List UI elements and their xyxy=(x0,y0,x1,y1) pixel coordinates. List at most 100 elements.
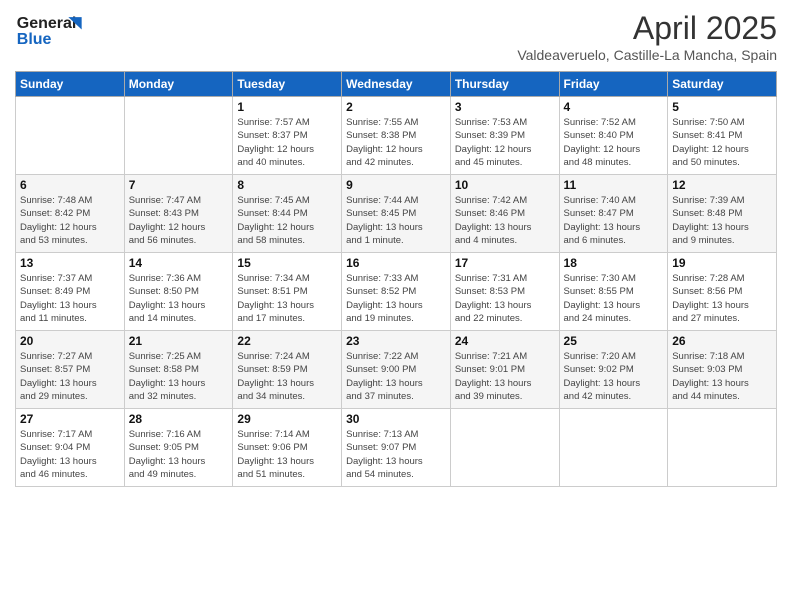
day-info: Sunrise: 7:48 AM Sunset: 8:42 PM Dayligh… xyxy=(20,194,120,247)
day-number: 18 xyxy=(564,256,664,270)
calendar-cell: 18 Sunrise: 7:30 AM Sunset: 8:55 PM Dayli… xyxy=(559,253,668,331)
calendar-cell: 22Sunrise: 7:24 AM Sunset: 8:59 PM Dayli… xyxy=(233,331,342,409)
day-number: 15 xyxy=(237,256,337,270)
day-number: 11 xyxy=(564,178,664,192)
day-info: Sunrise: 7:22 AM Sunset: 9:00 PM Dayligh… xyxy=(346,350,446,403)
day-number: 25 xyxy=(564,334,664,348)
col-sunday: Sunday xyxy=(16,72,125,97)
svg-text:General: General xyxy=(17,15,77,32)
col-wednesday: Wednesday xyxy=(342,72,451,97)
calendar-cell: 8 Sunrise: 7:45 AM Sunset: 8:44 PM Daylig… xyxy=(233,175,342,253)
calendar-cell: 26 Sunrise: 7:18 AM Sunset: 9:03 PM Dayli… xyxy=(668,331,777,409)
day-number: 3 xyxy=(455,100,555,114)
calendar-cell: 4 Sunrise: 7:52 AM Sunset: 8:40 PM Daylig… xyxy=(559,97,668,175)
page: General Blue April 2025 Valdeaveruelo, C… xyxy=(0,0,792,612)
calendar-cell: 11 Sunrise: 7:40 AM Sunset: 8:47 PM Dayli… xyxy=(559,175,668,253)
day-info: Sunrise: 7:21 AM Sunset: 9:01 PM Dayligh… xyxy=(455,350,555,403)
day-number: 2 xyxy=(346,100,446,114)
day-number: 6 xyxy=(20,178,120,192)
subtitle: Valdeaveruelo, Castille-La Mancha, Spain xyxy=(517,47,777,63)
day-number: 5 xyxy=(672,100,772,114)
day-number: 14 xyxy=(129,256,229,270)
day-info: Sunrise: 7:25 AM Sunset: 8:58 PM Dayligh… xyxy=(129,350,229,403)
calendar-cell: 12 Sunrise: 7:39 AM Sunset: 8:48 PM Dayli… xyxy=(668,175,777,253)
col-saturday: Saturday xyxy=(668,72,777,97)
day-info: Sunrise: 7:40 AM Sunset: 8:47 PM Dayligh… xyxy=(564,194,664,247)
header: General Blue April 2025 Valdeaveruelo, C… xyxy=(15,10,777,63)
day-number: 26 xyxy=(672,334,772,348)
calendar-cell: 27 Sunrise: 7:17 AM Sunset: 9:04 PM Dayli… xyxy=(16,409,125,487)
calendar-cell: 17Sunrise: 7:31 AM Sunset: 8:53 PM Dayli… xyxy=(450,253,559,331)
day-info: Sunrise: 7:30 AM Sunset: 8:55 PM Dayligh… xyxy=(564,272,664,325)
calendar-cell: 16 Sunrise: 7:33 AM Sunset: 8:52 PM Dayli… xyxy=(342,253,451,331)
main-title: April 2025 xyxy=(517,10,777,47)
day-number: 10 xyxy=(455,178,555,192)
calendar-cell: 5 Sunrise: 7:50 AM Sunset: 8:41 PM Daylig… xyxy=(668,97,777,175)
calendar-cell xyxy=(668,409,777,487)
svg-text:Blue: Blue xyxy=(17,31,52,48)
day-info: Sunrise: 7:33 AM Sunset: 8:52 PM Dayligh… xyxy=(346,272,446,325)
calendar-cell: 20 Sunrise: 7:27 AM Sunset: 8:57 PM Dayli… xyxy=(16,331,125,409)
col-tuesday: Tuesday xyxy=(233,72,342,97)
day-info: Sunrise: 7:37 AM Sunset: 8:49 PM Dayligh… xyxy=(20,272,120,325)
day-number: 29 xyxy=(237,412,337,426)
col-thursday: Thursday xyxy=(450,72,559,97)
calendar-cell: 9 Sunrise: 7:44 AM Sunset: 8:45 PM Daylig… xyxy=(342,175,451,253)
day-number: 24 xyxy=(455,334,555,348)
day-info: Sunrise: 7:45 AM Sunset: 8:44 PM Dayligh… xyxy=(237,194,337,247)
calendar-cell: 21Sunrise: 7:25 AM Sunset: 8:58 PM Dayli… xyxy=(124,331,233,409)
header-row: Sunday Monday Tuesday Wednesday Thursday… xyxy=(16,72,777,97)
day-number: 17 xyxy=(455,256,555,270)
day-info: Sunrise: 7:34 AM Sunset: 8:51 PM Dayligh… xyxy=(237,272,337,325)
day-number: 27 xyxy=(20,412,120,426)
day-info: Sunrise: 7:57 AM Sunset: 8:37 PM Dayligh… xyxy=(237,116,337,169)
day-info: Sunrise: 7:14 AM Sunset: 9:06 PM Dayligh… xyxy=(237,428,337,481)
day-number: 4 xyxy=(564,100,664,114)
day-info: Sunrise: 7:42 AM Sunset: 8:46 PM Dayligh… xyxy=(455,194,555,247)
calendar-cell: 23 Sunrise: 7:22 AM Sunset: 9:00 PM Dayli… xyxy=(342,331,451,409)
calendar-cell: 30Sunrise: 7:13 AM Sunset: 9:07 PM Dayli… xyxy=(342,409,451,487)
day-info: Sunrise: 7:39 AM Sunset: 8:48 PM Dayligh… xyxy=(672,194,772,247)
calendar-week-3: 13 Sunrise: 7:37 AM Sunset: 8:49 PM Dayli… xyxy=(16,253,777,331)
calendar-cell: 29 Sunrise: 7:14 AM Sunset: 9:06 PM Dayli… xyxy=(233,409,342,487)
calendar-cell xyxy=(124,97,233,175)
day-info: Sunrise: 7:47 AM Sunset: 8:43 PM Dayligh… xyxy=(129,194,229,247)
calendar-cell: 19 Sunrise: 7:28 AM Sunset: 8:56 PM Dayli… xyxy=(668,253,777,331)
calendar-cell: 24 Sunrise: 7:21 AM Sunset: 9:01 PM Dayli… xyxy=(450,331,559,409)
day-info: Sunrise: 7:17 AM Sunset: 9:04 PM Dayligh… xyxy=(20,428,120,481)
calendar-week-2: 6 Sunrise: 7:48 AM Sunset: 8:42 PM Daylig… xyxy=(16,175,777,253)
calendar-cell: 13 Sunrise: 7:37 AM Sunset: 8:49 PM Dayli… xyxy=(16,253,125,331)
col-monday: Monday xyxy=(124,72,233,97)
day-number: 1 xyxy=(237,100,337,114)
day-info: Sunrise: 7:18 AM Sunset: 9:03 PM Dayligh… xyxy=(672,350,772,403)
day-number: 28 xyxy=(129,412,229,426)
day-number: 20 xyxy=(20,334,120,348)
day-number: 23 xyxy=(346,334,446,348)
day-number: 7 xyxy=(129,178,229,192)
day-info: Sunrise: 7:52 AM Sunset: 8:40 PM Dayligh… xyxy=(564,116,664,169)
calendar-cell xyxy=(559,409,668,487)
calendar-cell: 6 Sunrise: 7:48 AM Sunset: 8:42 PM Daylig… xyxy=(16,175,125,253)
logo-icon: General Blue xyxy=(15,10,95,50)
day-info: Sunrise: 7:50 AM Sunset: 8:41 PM Dayligh… xyxy=(672,116,772,169)
day-info: Sunrise: 7:16 AM Sunset: 9:05 PM Dayligh… xyxy=(129,428,229,481)
calendar-table: Sunday Monday Tuesday Wednesday Thursday… xyxy=(15,71,777,487)
day-number: 19 xyxy=(672,256,772,270)
calendar-cell: 7 Sunrise: 7:47 AM Sunset: 8:43 PM Daylig… xyxy=(124,175,233,253)
day-info: Sunrise: 7:44 AM Sunset: 8:45 PM Dayligh… xyxy=(346,194,446,247)
calendar-cell: 10 Sunrise: 7:42 AM Sunset: 8:46 PM Dayli… xyxy=(450,175,559,253)
day-number: 12 xyxy=(672,178,772,192)
title-block: April 2025 Valdeaveruelo, Castille-La Ma… xyxy=(517,10,777,63)
day-number: 9 xyxy=(346,178,446,192)
day-number: 13 xyxy=(20,256,120,270)
day-number: 8 xyxy=(237,178,337,192)
calendar-cell: 25Sunrise: 7:20 AM Sunset: 9:02 PM Dayli… xyxy=(559,331,668,409)
calendar-week-4: 20 Sunrise: 7:27 AM Sunset: 8:57 PM Dayli… xyxy=(16,331,777,409)
calendar-cell: 28 Sunrise: 7:16 AM Sunset: 9:05 PM Dayli… xyxy=(124,409,233,487)
day-info: Sunrise: 7:28 AM Sunset: 8:56 PM Dayligh… xyxy=(672,272,772,325)
col-friday: Friday xyxy=(559,72,668,97)
calendar-cell: 1 Sunrise: 7:57 AM Sunset: 8:37 PM Daylig… xyxy=(233,97,342,175)
day-number: 16 xyxy=(346,256,446,270)
day-info: Sunrise: 7:27 AM Sunset: 8:57 PM Dayligh… xyxy=(20,350,120,403)
calendar-cell xyxy=(450,409,559,487)
